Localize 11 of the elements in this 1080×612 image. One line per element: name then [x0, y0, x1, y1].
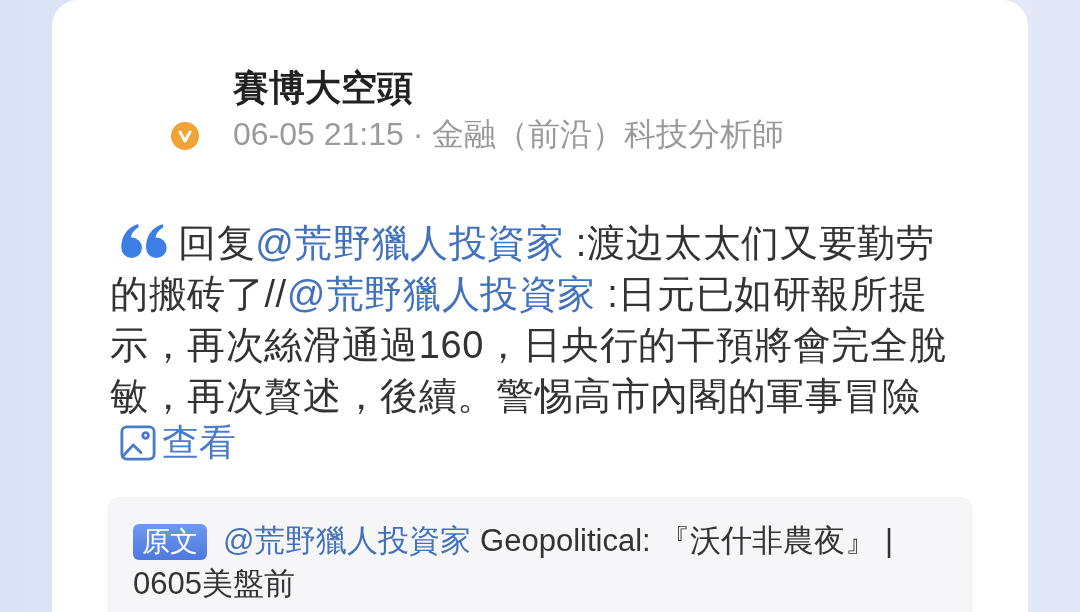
author-name[interactable]: 賽博大空頭	[233, 68, 413, 108]
mention-link[interactable]: @荒野獵人投資家	[255, 222, 565, 264]
image-icon	[120, 425, 156, 461]
mention-link[interactable]: @荒野獵人投資家	[223, 523, 472, 558]
post-text: 回复@荒野獵人投資家 :渡边太太们又要勤劳的搬砖了//@荒野獵人投資家 :日元已如研報所提示，再次絲滑通過160，日央行的干預將會完全脫敏，再次贅述，後續。警惕高市內閣的軍事冒險	[110, 221, 949, 419]
post-meta: 06-05 21:15 · 金融（前沿）科技分析師	[233, 116, 785, 152]
view-images-link[interactable]: 查看	[120, 421, 236, 465]
mention-link[interactable]: @荒野獵人投資家	[286, 273, 597, 315]
original-tag: 原文	[133, 524, 207, 560]
quoted-post-text: 原文 @荒野獵人投資家 Geopolitical: 『沃什非農夜』 | 0605美盤前	[133, 522, 894, 603]
quote-icon	[120, 224, 168, 259]
